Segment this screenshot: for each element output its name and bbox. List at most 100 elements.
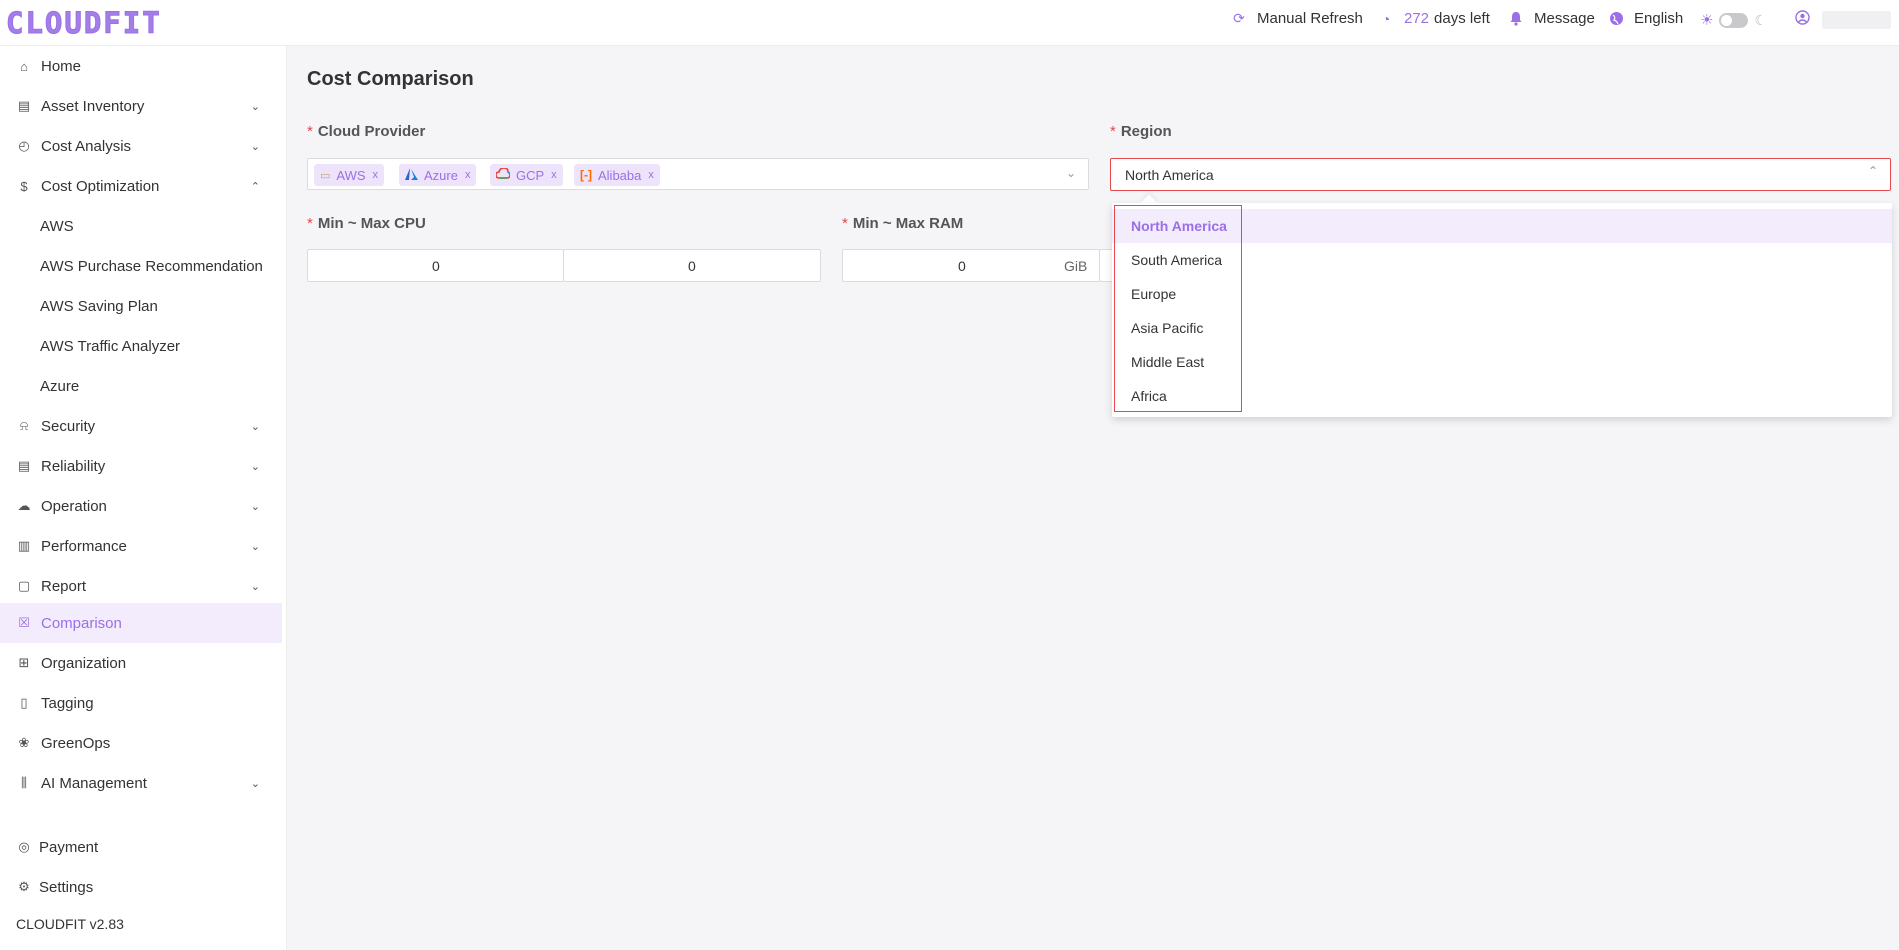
sidebar-item-label: AWS Saving Plan [40,297,158,315]
sidebar-item-asset-inventory[interactable]: ▤ Asset Inventory ⌄ [0,86,282,126]
ram-min-input[interactable]: 0 GiB [842,249,1100,282]
cloud-provider-label-text: Cloud Provider [317,123,426,140]
sidebar-item-payment[interactable]: ◎ Payment [0,827,282,867]
chevron-down-icon: ⌄ [250,100,260,113]
chevron-up-icon: ⌃ [250,180,260,193]
sidebar-item-label: Comparison [41,614,122,632]
performance-icon: ▥ [17,538,31,553]
alibaba-icon: [-] [580,168,592,182]
provider-tag-label: GCP [516,167,545,183]
sidebar-item-label: Report [41,577,87,595]
region-label-text: Region [1120,123,1172,140]
comparison-icon: ☒ [18,615,30,630]
sidebar-item-comparison[interactable]: ☒ Comparison [0,603,282,643]
sidebar-item-label: Security [41,417,96,435]
sidebar-item-cost-analysis[interactable]: ◴ Cost Analysis ⌄ [0,126,282,166]
remove-tag-icon[interactable]: x [373,169,379,181]
ram-unit: GiB [1064,258,1088,274]
provider-tag-alibaba: [-] Alibaba x [574,164,660,186]
org-icon: ⊞ [18,655,30,670]
gcp-icon [495,167,511,182]
sidebar-item-operation[interactable]: ☁ Operation ⌄ [0,486,282,526]
cpu-max-value: 0 [688,258,696,274]
sidebar-item-azure[interactable]: Azure [0,366,282,406]
sidebar-item-label: AI Management [41,774,147,792]
cloud-provider-select[interactable]: ▭ AWS x Azure x GCP x [-] Alibaba x ⌄ [307,158,1089,190]
sidebar-item-label: Performance [41,537,127,555]
options-highlight-box [1114,205,1242,412]
sidebar-item-aws-purchase-recommendation[interactable]: AWS Purchase Recommendation [0,246,282,286]
remove-tag-icon[interactable]: x [648,169,654,181]
app-version: CLOUDFIT v2.83 [16,916,124,932]
user-name-placeholder [1822,10,1891,29]
provider-tag-label: AWS [336,167,366,183]
gauge-icon: ◴ [18,138,30,153]
sidebar-item-label: Tagging [41,694,94,712]
sidebar-item-performance[interactable]: ▥ Performance ⌄ [0,526,282,566]
chevron-down-icon: ⌄ [250,460,260,473]
days-count: 272 [1404,10,1430,27]
home-icon: ⌂ [20,58,28,74]
sidebar-item-label: Organization [41,654,127,672]
sidebar-item-settings[interactable]: ⚙ Settings [0,867,282,907]
region-label: * Region [1110,123,1172,140]
sidebar-item-label: Cost Analysis [41,137,132,155]
sidebar-item-aws-saving-plan[interactable]: AWS Saving Plan [0,286,282,326]
cpu-min-value: 0 [432,258,440,274]
cpu-max-input[interactable]: 0 [563,249,821,282]
sidebar-item-label: Operation [41,497,107,515]
sidebar-item-greenops[interactable]: ❀ GreenOps [0,723,282,763]
region-select[interactable]: North America ⌃ [1110,158,1891,191]
ram-label: * Min ~ Max RAM [842,215,963,232]
sidebar-item-organization[interactable]: ⊞ Organization [0,643,282,683]
provider-tag-label: Alibaba [598,167,642,183]
sidebar-item-label: Settings [39,878,94,896]
sidebar-item-aws-traffic-analyzer[interactable]: AWS Traffic Analyzer [0,326,282,366]
sidebar-item-reliability[interactable]: ▤ Reliability ⌄ [0,446,282,486]
report-icon: ▢ [17,578,31,593]
app-logo[interactable]: CLOUDFIT [6,6,162,41]
inventory-icon: ▤ [17,98,31,113]
cpu-label: * Min ~ Max CPU [307,215,426,232]
manual-refresh-label: Manual Refresh [1257,10,1363,27]
days-label: days left [1434,10,1490,27]
user-menu[interactable] [1795,10,1891,29]
remove-tag-icon[interactable]: x [551,169,557,181]
license-days: ◔ 272 days left [1378,10,1490,27]
chevron-down-icon: ⌄ [250,777,260,790]
theme-switch[interactable]: ☀ ☾ [1700,11,1768,30]
required-mark: * [842,215,848,232]
sidebar-item-label: Azure [40,377,80,395]
chevron-down-icon: ⌄ [1065,166,1076,180]
theme-toggle[interactable] [1719,12,1749,28]
sidebar-item-label: Cost Optimization [41,177,160,195]
required-mark: * [1110,123,1116,140]
chevron-down-icon: ⌄ [250,500,260,513]
sidebar-item-ai-management[interactable]: ⫼ AI Management ⌄ [0,763,282,803]
manual-refresh-button[interactable]: ⟳ Manual Refresh [1231,10,1363,27]
sidebar-item-security[interactable]: ⍾ Security ⌄ [0,406,282,446]
language-selector[interactable]: English [1608,10,1683,27]
sidebar-item-tagging[interactable]: ▯ Tagging [0,683,282,723]
language-label: English [1634,10,1684,27]
remove-tag-icon[interactable]: x [465,169,471,181]
cloud-provider-label: * Cloud Provider [307,123,425,140]
page-title: Cost Comparison [307,68,474,90]
sidebar-item-label: AWS Traffic Analyzer [40,337,181,355]
cpu-min-input[interactable]: 0 [307,249,564,282]
provider-tag-gcp: GCP x [490,164,563,186]
chevron-down-icon: ⌄ [250,420,260,433]
sidebar-item-aws[interactable]: AWS [0,206,282,246]
moon-icon: ☾ [1754,11,1768,28]
sidebar-item-cost-optimization[interactable]: $ Cost Optimization ⌃ [0,166,282,206]
alarm-icon: ⍾ [19,418,29,433]
sidebar-item-report[interactable]: ▢ Report ⌄ [0,566,282,606]
sidebar-item-label: Asset Inventory [41,97,145,115]
message-button[interactable]: Message [1508,10,1595,27]
reliability-icon: ▤ [17,458,31,473]
required-mark: * [307,215,313,232]
ram-label-text: Min ~ Max RAM [852,215,964,232]
sidebar-item-label: GreenOps [41,734,111,752]
aws-icon: ▭ [320,169,331,182]
sidebar-item-home[interactable]: ⌂ Home [0,46,282,86]
